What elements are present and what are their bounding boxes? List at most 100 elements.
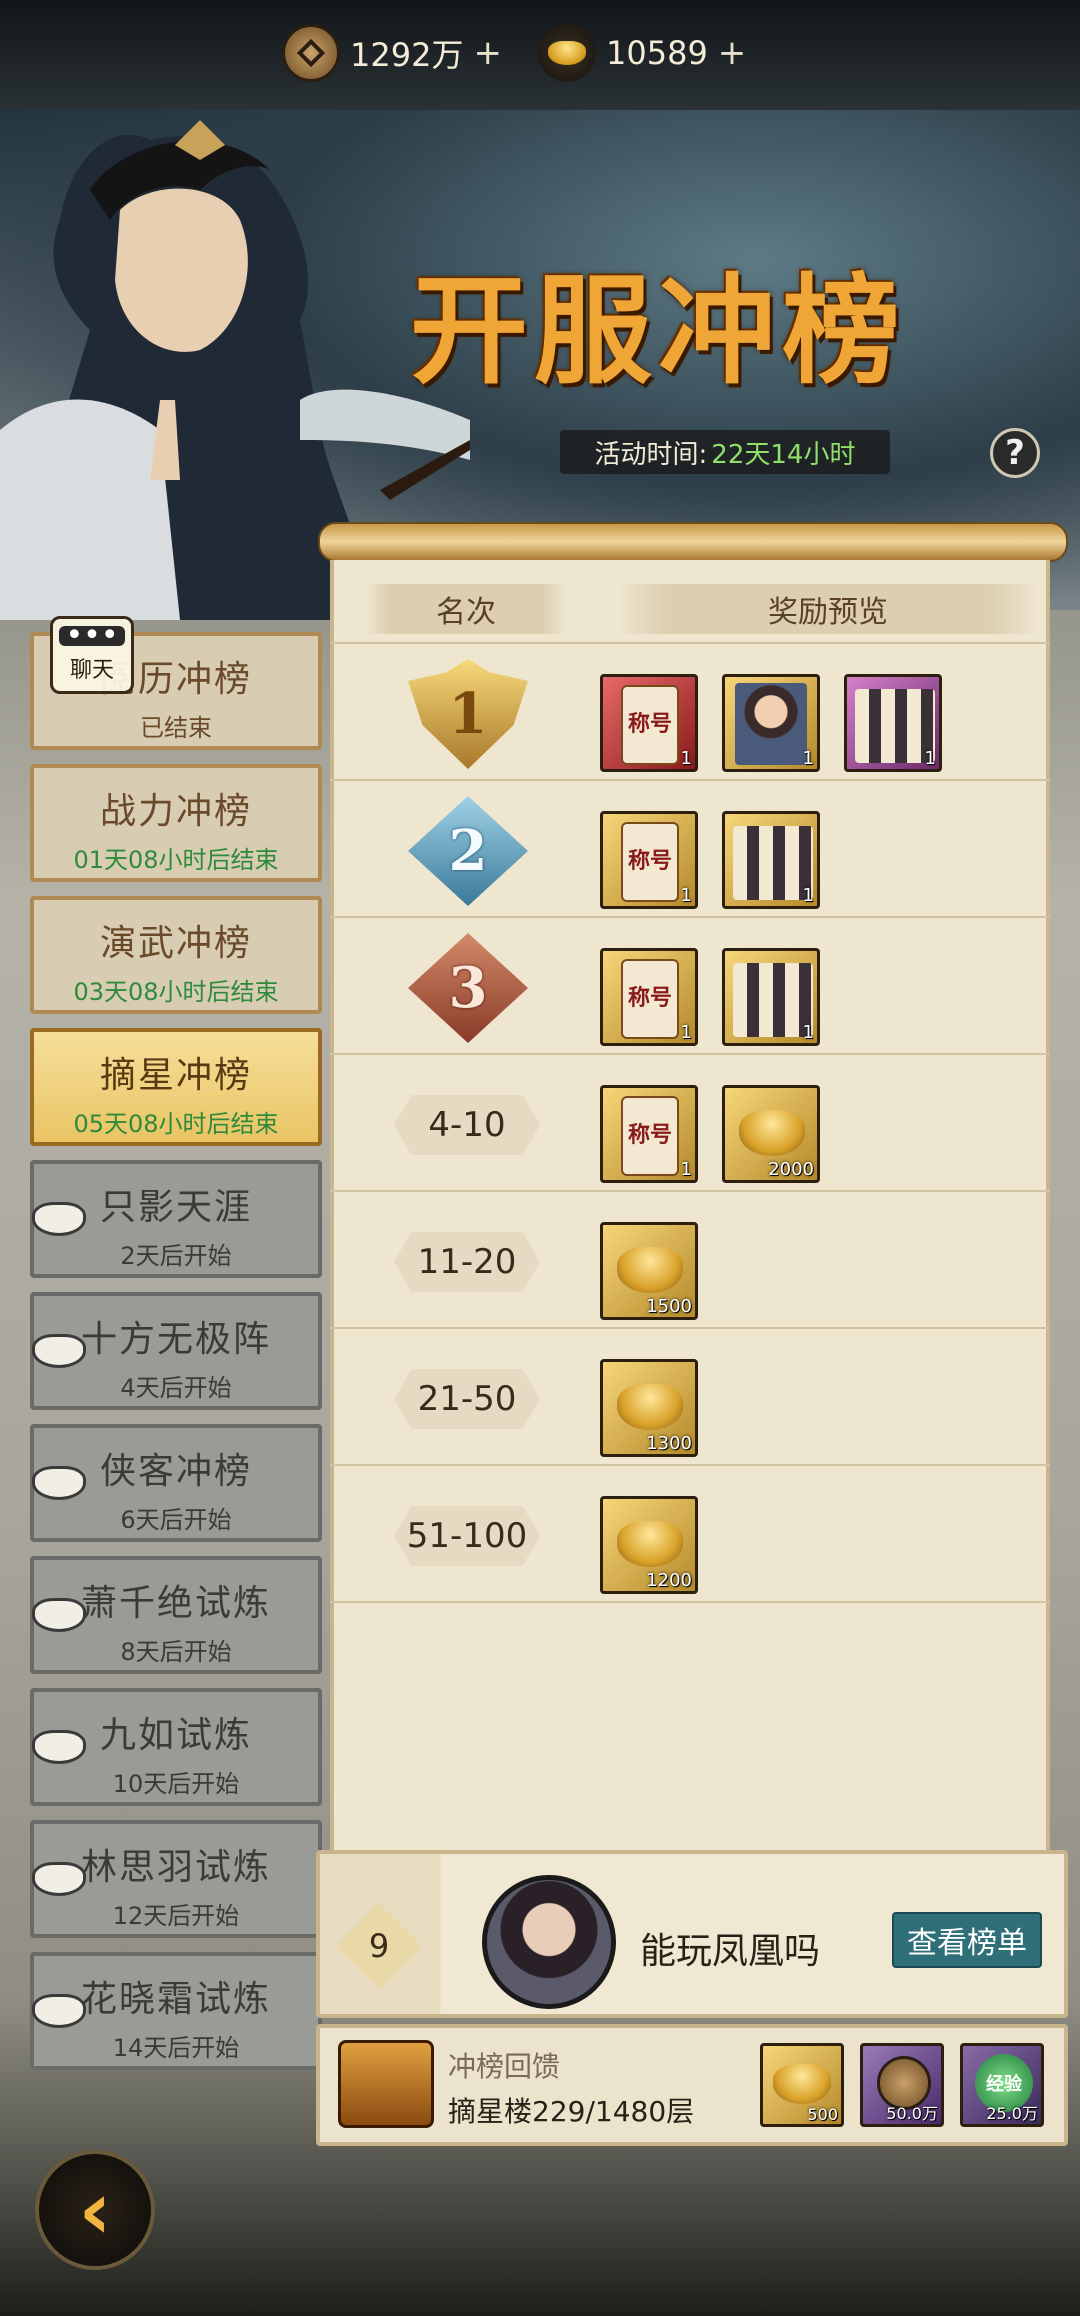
card-pack-icon xyxy=(855,689,935,763)
gold-ingot-icon xyxy=(773,2064,831,2104)
title-scroll-icon: 称号 xyxy=(621,685,679,765)
row-divider xyxy=(330,916,1050,918)
title-scroll-item[interactable]: 称号 1 xyxy=(600,1085,698,1183)
tab-status: 8天后开始 xyxy=(120,1638,232,1666)
item-count: 500 xyxy=(807,2105,838,2124)
coin-balance[interactable]: 1292万 + xyxy=(282,22,502,84)
gold-ingot-item[interactable]: 1200 xyxy=(600,1496,698,1594)
gold-ingot-item[interactable]: 1300 xyxy=(600,1359,698,1457)
tab-status: 12天后开始 xyxy=(112,1902,240,1930)
event-time-label: 活动时间: xyxy=(594,439,708,470)
lock-icon xyxy=(32,1466,86,1500)
chat-label: 聊天 xyxy=(69,658,114,683)
lock-icon xyxy=(32,1202,86,1236)
title-scroll-item[interactable]: 称号 1 xyxy=(600,674,698,772)
gold-ingot-icon xyxy=(538,24,596,82)
scroll-rod xyxy=(318,522,1068,562)
item-count: 2000 xyxy=(768,1159,814,1180)
chat-button[interactable]: ••• 聊天 xyxy=(50,616,134,694)
rank-column-header: 名次 xyxy=(366,584,566,634)
hero-card-item[interactable]: 1 xyxy=(722,674,820,772)
feedback-coin-item[interactable]: 50.0万 xyxy=(860,2043,944,2127)
hero-portrait-icon xyxy=(735,683,807,765)
item-count: 1 xyxy=(924,748,936,769)
back-button[interactable]: ‹ xyxy=(35,2150,155,2270)
tab-3[interactable]: 演武冲榜 03天08小时后结束 xyxy=(30,896,322,1014)
tab-name: 摘星冲榜 xyxy=(99,1055,252,1096)
title-scroll-icon: 称号 xyxy=(621,822,679,902)
tab-status: 6天后开始 xyxy=(120,1506,232,1534)
tab-status: 已结束 xyxy=(140,714,212,742)
lock-icon xyxy=(32,1598,86,1632)
tab-4[interactable]: 摘星冲榜 05天08小时后结束 xyxy=(30,1028,322,1146)
row-divider xyxy=(330,1327,1050,1329)
title-scroll-item[interactable]: 称号 1 xyxy=(600,948,698,1046)
feedback-gold-ingot-item[interactable]: 500 xyxy=(760,2043,844,2127)
lock-icon xyxy=(32,1730,86,1764)
feedback-title: 冲榜回馈 xyxy=(448,2050,561,2083)
card-pack-item[interactable]: 1 xyxy=(844,674,942,772)
title-scroll-item[interactable]: 称号 1 xyxy=(600,811,698,909)
tab-name: 战力冲榜 xyxy=(99,791,252,832)
reward-column-header: 奖励预览 xyxy=(618,584,1038,634)
copper-coin-icon xyxy=(282,24,340,82)
row-divider xyxy=(330,1464,1050,1466)
item-count: 1300 xyxy=(646,1433,692,1454)
gold-ingot-icon xyxy=(617,1384,683,1430)
item-count: 1 xyxy=(680,885,692,906)
item-count: 1 xyxy=(680,1159,692,1180)
item-count: 25.0万 xyxy=(986,2104,1038,2123)
treasure-chest-icon[interactable] xyxy=(338,2040,434,2128)
lock-icon xyxy=(32,1862,86,1896)
rank-range: 51-100 xyxy=(394,1506,540,1566)
gold-amount: 10589 xyxy=(606,34,708,72)
row-divider xyxy=(330,1053,1050,1055)
row-divider xyxy=(330,779,1050,781)
chat-bubble-icon: ••• xyxy=(59,621,125,651)
row-divider xyxy=(330,1601,1050,1603)
item-count: 1 xyxy=(802,885,814,906)
add-coin-icon[interactable]: + xyxy=(473,33,502,73)
gold-balance[interactable]: 10589 + xyxy=(538,22,746,84)
rank-range: 4-10 xyxy=(394,1095,540,1155)
tab-2[interactable]: 战力冲榜 01天08小时后结束 xyxy=(30,764,322,882)
event-time-value: 22天14小时 xyxy=(711,439,856,470)
tab-status: 4天后开始 xyxy=(120,1374,232,1402)
help-button[interactable]: ? xyxy=(990,428,1040,478)
event-time: 活动时间: 22天14小时 xyxy=(560,430,890,474)
item-count: 50.0万 xyxy=(886,2104,938,2123)
view-leaderboard-button[interactable]: 查看榜单 xyxy=(892,1912,1042,1968)
gold-ingot-item[interactable]: 1500 xyxy=(600,1222,698,1320)
item-count: 1 xyxy=(680,1022,692,1043)
feedback-exp-item[interactable]: 经验 25.0万 xyxy=(960,2043,1044,2127)
gold-ingot-item[interactable]: 2000 xyxy=(722,1085,820,1183)
avatar[interactable] xyxy=(482,1875,616,2009)
tab-status: 2天后开始 xyxy=(120,1242,232,1270)
player-name: 能玩凤凰吗 xyxy=(640,1931,821,1972)
card-pack-item[interactable]: 1 xyxy=(722,948,820,1046)
item-count: 1200 xyxy=(646,1570,692,1591)
feedback-progress: 摘星楼229/1480层 xyxy=(448,2095,695,2128)
tab-status: 05天08小时后结束 xyxy=(73,1110,279,1138)
item-count: 1 xyxy=(680,748,692,769)
title-scroll-icon: 称号 xyxy=(621,959,679,1039)
rank-range: 11-20 xyxy=(394,1232,540,1292)
gold-ingot-icon xyxy=(739,1110,805,1156)
add-gold-icon[interactable]: + xyxy=(718,33,747,73)
title-scroll-icon: 称号 xyxy=(621,1096,679,1176)
lock-icon xyxy=(32,1334,86,1368)
tab-status: 10天后开始 xyxy=(112,1770,240,1798)
gold-ingot-icon xyxy=(617,1247,683,1293)
coin-amount: 1292万 xyxy=(350,36,464,74)
item-count: 1500 xyxy=(646,1296,692,1317)
lock-icon xyxy=(32,1994,86,2028)
card-pack-item[interactable]: 1 xyxy=(722,811,820,909)
event-title: 开服冲榜 xyxy=(410,261,907,400)
row-divider xyxy=(330,642,1050,644)
card-pack-icon xyxy=(733,963,813,1037)
tab-status: 14天后开始 xyxy=(112,2034,240,2062)
tab-name: 演武冲榜 xyxy=(99,923,252,964)
gold-ingot-icon xyxy=(617,1521,683,1567)
item-count: 1 xyxy=(802,1022,814,1043)
tab-status: 03天08小时后结束 xyxy=(73,978,279,1006)
